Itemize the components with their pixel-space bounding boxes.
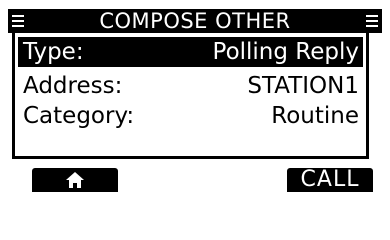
compose-other-screen: COMPOSE OTHER Type: Polling Reply Addres… [0,0,390,201]
field-list: Type: Polling Reply Address: STATION1 Ca… [12,33,369,159]
field-value-address: STATION1 [247,73,359,99]
menu-icon [366,15,378,27]
home-icon [66,172,84,188]
field-value-type: Polling Reply [212,39,359,65]
field-label-type: Type: [23,39,84,65]
page-title: COMPOSE OTHER [99,9,291,33]
field-label-address: Address: [23,73,123,99]
field-row-category[interactable]: Category: Routine [18,101,363,131]
field-row-address[interactable]: Address: STATION1 [18,71,363,101]
field-row-type[interactable]: Type: Polling Reply [18,37,363,67]
call-softkey[interactable]: CALL [287,168,373,192]
home-softkey[interactable] [32,168,118,192]
title-bar: COMPOSE OTHER [8,9,382,33]
field-value-category: Routine [271,103,359,129]
field-label-category: Category: [23,103,135,129]
